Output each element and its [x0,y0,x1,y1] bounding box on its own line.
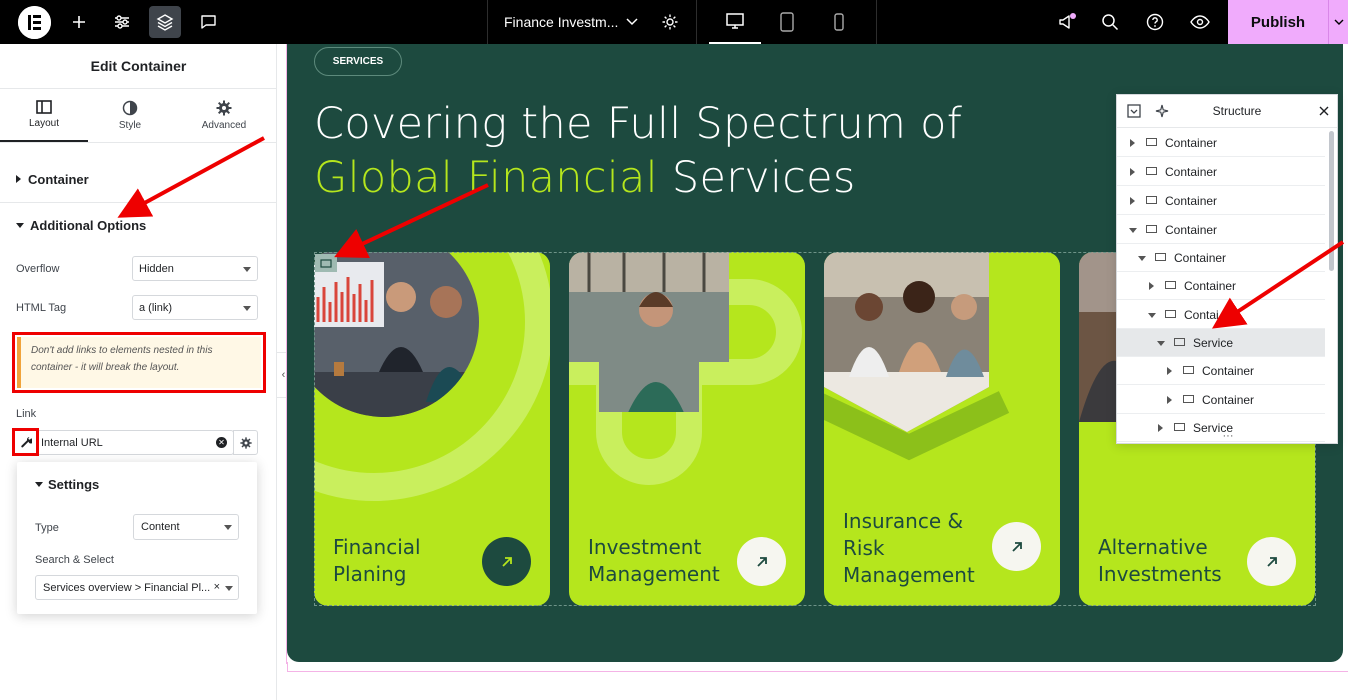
annotation-arrow-service-row [1211,240,1345,329]
annotation-arrows [117,136,1345,329]
annotation-arrow-additional-options [117,136,265,218]
annotation-arrow-container-handle [334,183,489,259]
